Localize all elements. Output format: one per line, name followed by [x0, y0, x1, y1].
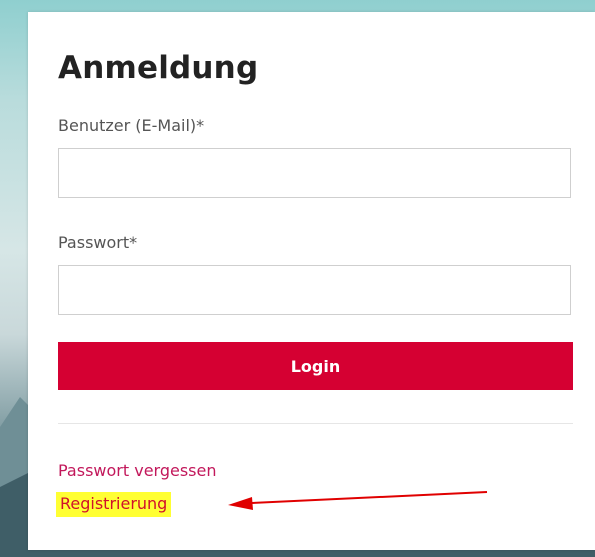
login-card: Anmeldung Benutzer (E-Mail)* Passwort* L… [28, 12, 595, 550]
user-email-field[interactable] [58, 148, 571, 198]
page-title: Anmeldung [58, 50, 259, 86]
divider [58, 423, 573, 424]
login-button[interactable]: Login [58, 342, 573, 390]
user-email-label: Benutzer (E-Mail)* [58, 116, 205, 135]
forgot-password-link[interactable]: Passwort vergessen [58, 461, 216, 480]
password-label: Passwort* [58, 233, 138, 252]
register-link[interactable]: Registrierung [56, 492, 172, 517]
password-field[interactable] [58, 265, 571, 315]
